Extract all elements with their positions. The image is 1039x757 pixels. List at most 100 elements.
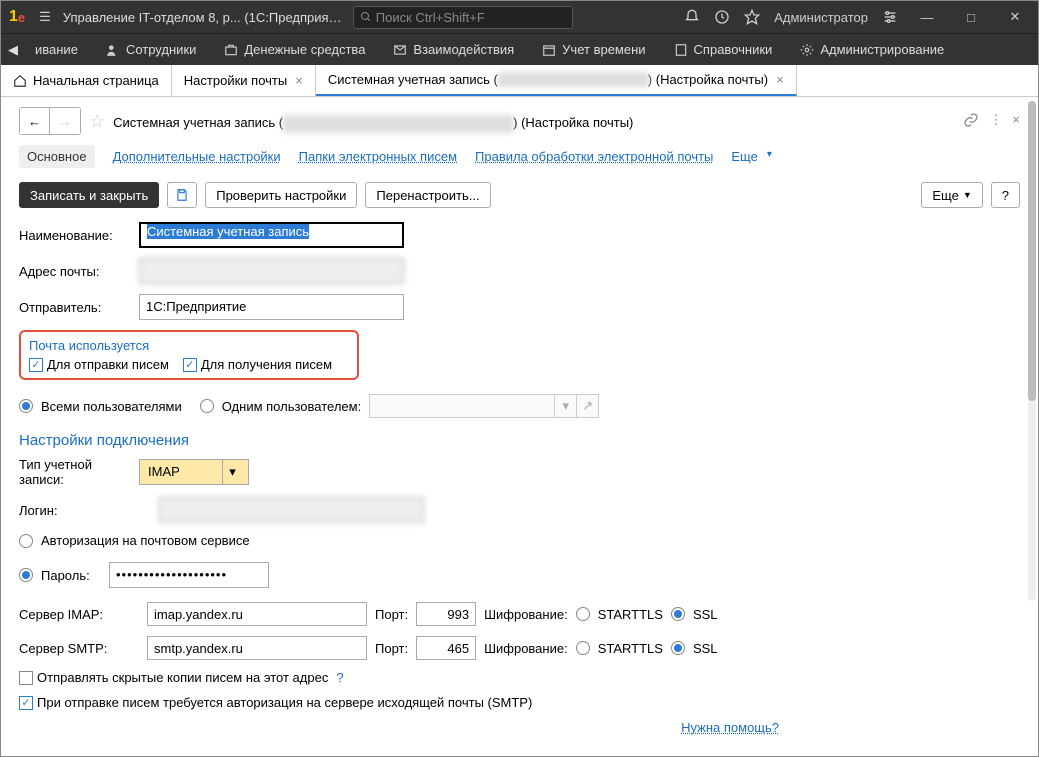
help-button[interactable]: ? <box>991 182 1020 208</box>
sender-input[interactable]: 1С:Предприятие <box>139 294 404 320</box>
linktab-main[interactable]: Основное <box>19 145 95 168</box>
radio-password[interactable] <box>19 568 33 582</box>
more-button[interactable]: Еще ▼ <box>921 182 982 208</box>
enc-label: Шифрование: <box>484 641 568 656</box>
toolbar: Записать и закрыть Проверить настройки П… <box>19 182 1020 208</box>
more-icon[interactable]: ⋮ <box>989 112 1002 131</box>
row-login: Логин: xxxxxxxxxxxxxxxxxxxxx <box>19 497 1020 523</box>
nav-back-button[interactable]: ← <box>20 108 50 134</box>
radio-auth-service[interactable] <box>19 534 33 548</box>
login-input[interactable]: xxxxxxxxxxxxxxxxxxxxx <box>159 497 424 523</box>
user-select[interactable]: ▾ ↗ <box>369 394 599 418</box>
label-auth-service: Авторизация на почтовом сервисе <box>41 533 250 548</box>
bell-icon[interactable] <box>684 9 700 25</box>
maximize-button[interactable]: □ <box>956 10 986 25</box>
imap-port-input[interactable] <box>416 602 476 626</box>
need-help-link[interactable]: Нужна помощь? <box>19 720 779 735</box>
row-sender: Отправитель: 1С:Предприятие <box>19 294 1020 320</box>
password-input[interactable]: •••••••••••••••••••• <box>109 562 269 588</box>
open-icon[interactable]: ↗ <box>576 395 598 417</box>
radio-imap-starttls[interactable] <box>576 607 590 621</box>
acct-type-select[interactable]: IMAP ▾ <box>139 459 249 485</box>
chk-receive[interactable]: ✓Для получения писем <box>183 357 332 372</box>
smtp-port-input[interactable] <box>416 636 476 660</box>
linktab-folders[interactable]: Папки электронных писем <box>299 149 457 164</box>
scrollbar[interactable] <box>1028 101 1036 601</box>
people-icon <box>106 43 120 57</box>
radio-smtp-starttls[interactable] <box>576 641 590 655</box>
label-one-user: Одним пользователем: <box>222 399 361 414</box>
chk-bcc[interactable]: ✓Отправлять скрытые копии писем на этот … <box>19 670 1020 685</box>
mail-usage-box: Почта используется ✓Для отправки писем ✓… <box>19 330 359 380</box>
envelope-icon <box>393 43 407 57</box>
app-title: Управление IT-отделом 8, р... (1С:Предпр… <box>63 10 343 25</box>
tab-close-icon[interactable]: × <box>776 72 784 87</box>
dropdown-icon[interactable]: ▾ <box>554 395 576 417</box>
row-name: Наименование: Системная учетная запись <box>19 222 1020 248</box>
search-icon <box>360 11 372 23</box>
menu-item-employees[interactable]: Сотрудники <box>92 42 210 57</box>
home-icon <box>13 74 27 88</box>
save-button[interactable] <box>167 182 197 208</box>
hamburger-icon[interactable]: ☰ <box>39 9 51 25</box>
tab-home[interactable]: Начальная страница <box>1 65 172 96</box>
favorite-star-icon[interactable]: ☆ <box>89 111 105 132</box>
tab-system-account[interactable]: Системная учетная запись (xxxxxxxxxxxxxx… <box>316 65 797 96</box>
menu-item-0[interactable]: ивание <box>21 42 92 57</box>
menu-item-money[interactable]: Денежные средства <box>210 42 379 57</box>
menu-item-refs[interactable]: Справочники <box>660 42 787 57</box>
star-icon[interactable] <box>744 9 760 25</box>
email-label: Адрес почты: <box>19 264 139 279</box>
scrollbar-thumb[interactable] <box>1028 101 1036 401</box>
tab-close-icon[interactable]: × <box>295 73 303 88</box>
smtp-server-input[interactable] <box>147 636 367 660</box>
radio-smtp-ssl[interactable] <box>671 641 685 655</box>
conn-title: Настройки подключения <box>19 432 1020 449</box>
menu-item-time[interactable]: Учет времени <box>528 42 659 57</box>
menu-item-interactions[interactable]: Взаимодействия <box>379 42 528 57</box>
menubar-scroll-left[interactable]: ◀ <box>5 42 21 58</box>
reconfigure-button[interactable]: Перенастроить... <box>365 182 490 208</box>
row-acct-type: Тип учетной записи: IMAP ▾ <box>19 457 1020 487</box>
row-email: Адрес почты: xxxxxxxxxxxxxxxxxxxxx <box>19 258 1020 284</box>
port-label: Порт: <box>375 607 408 622</box>
smtp-row: Сервер SMTP: Порт: Шифрование: STARTTLS … <box>19 636 1020 660</box>
blurred-text: xxxxxxxxxxxxxxxxxxxxxxxx <box>498 72 648 87</box>
imap-label: Сервер IMAP: <box>19 607 139 622</box>
close-button[interactable]: ✕ <box>1000 9 1030 25</box>
titlebar-right: Администратор — □ ✕ <box>684 9 1030 25</box>
check-settings-button[interactable]: Проверить настройки <box>205 182 357 208</box>
radio-imap-ssl[interactable] <box>671 607 685 621</box>
email-input[interactable]: xxxxxxxxxxxxxxxxxxxxx <box>139 258 404 284</box>
linktab-more[interactable]: Еще <box>731 149 771 164</box>
settings-icon[interactable] <box>882 9 898 25</box>
usage-title: Почта используется <box>29 338 349 353</box>
acct-type-label: Тип учетной записи: <box>19 457 139 487</box>
user-label[interactable]: Администратор <box>774 10 868 25</box>
label-password: Пароль: <box>41 568 101 583</box>
name-label: Наименование: <box>19 228 139 243</box>
menu-item-admin[interactable]: Администрирование <box>786 42 958 57</box>
help-icon[interactable]: ? <box>336 670 343 685</box>
link-icon[interactable] <box>963 112 979 131</box>
calendar-icon <box>542 43 556 57</box>
save-close-button[interactable]: Записать и закрыть <box>19 182 159 208</box>
minimize-button[interactable]: — <box>912 10 942 25</box>
linktab-extra[interactable]: Дополнительные настройки <box>113 149 281 164</box>
nav-forward-button[interactable]: → <box>50 108 80 134</box>
imap-server-input[interactable] <box>147 602 367 626</box>
history-icon[interactable] <box>714 9 730 25</box>
radio-one-user[interactable] <box>200 399 214 413</box>
header-actions: ⋮ × <box>963 112 1020 131</box>
gear-icon <box>800 43 814 57</box>
close-panel-icon[interactable]: × <box>1012 112 1020 131</box>
page-title: Системная учетная запись (xxxxxxxxxxxxxx… <box>113 110 633 133</box>
tab-mail-settings[interactable]: Настройки почты× <box>172 65 316 96</box>
chk-send[interactable]: ✓Для отправки писем <box>29 357 169 372</box>
radio-all-users[interactable] <box>19 399 33 413</box>
chevron-down-icon[interactable]: ▾ <box>222 460 242 484</box>
chk-smtp-auth[interactable]: ✓При отправке писем требуется авторизаци… <box>19 695 1020 710</box>
name-input[interactable]: Системная учетная запись <box>139 222 404 248</box>
linktab-rules[interactable]: Правила обработки электронной почты <box>475 149 713 164</box>
global-search[interactable]: Поиск Ctrl+Shift+F <box>353 6 573 29</box>
